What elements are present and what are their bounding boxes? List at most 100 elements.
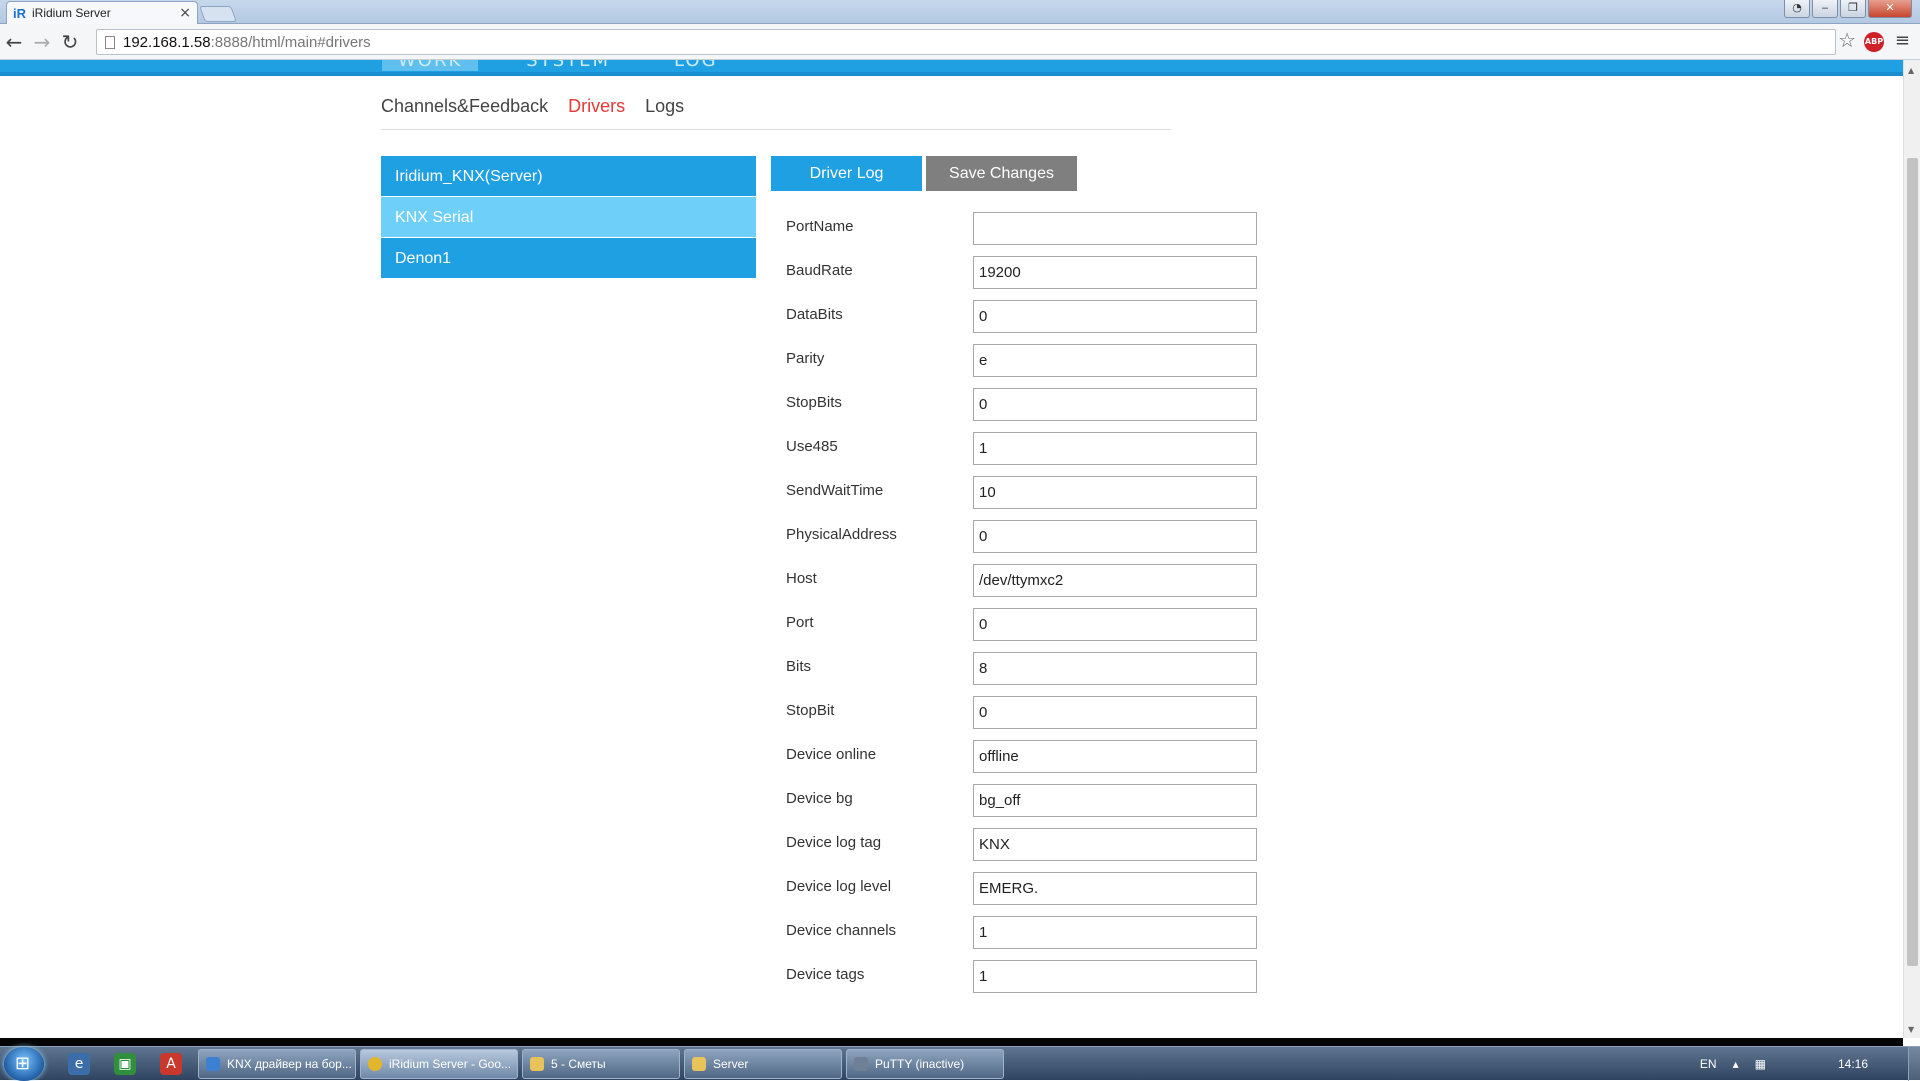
url-path: :8888/html/main#drivers xyxy=(210,33,371,51)
device-bg-input[interactable] xyxy=(973,784,1257,817)
field-label: PortName xyxy=(786,218,854,235)
quicklaunch-app-icon[interactable]: ▣ xyxy=(114,1053,136,1075)
folder-icon xyxy=(692,1057,706,1071)
portname-input[interactable] xyxy=(973,212,1257,245)
iridium-favicon-icon: iR xyxy=(13,5,26,21)
stopbits-input[interactable] xyxy=(973,388,1257,421)
quicklaunch-acrobat-icon[interactable]: A xyxy=(160,1053,182,1075)
task-label: iRidium Server - Goo... xyxy=(389,1057,512,1071)
nav-system[interactable]: SYSTEM xyxy=(510,60,626,71)
address-bar[interactable]: 192.168.1.58:8888/html/main#drivers xyxy=(96,29,1836,55)
field-row: StopBits xyxy=(786,388,1257,432)
host-input[interactable] xyxy=(973,564,1257,597)
task-label: 5 - Сметы xyxy=(551,1057,606,1071)
quicklaunch-ie-icon[interactable]: e xyxy=(68,1053,90,1075)
field-row: PhysicalAddress xyxy=(786,520,1257,564)
field-label: BaudRate xyxy=(786,262,853,279)
network-icon[interactable]: ▦ xyxy=(1755,1057,1766,1071)
language-indicator[interactable]: EN xyxy=(1700,1057,1717,1071)
field-row: Use485 xyxy=(786,432,1257,476)
start-button[interactable]: ⊞ xyxy=(4,1047,44,1081)
subnav-channels-feedback[interactable]: Channels&Feedback xyxy=(381,96,548,129)
bits-input[interactable] xyxy=(973,652,1257,685)
adblock-icon[interactable]: ABP xyxy=(1864,32,1884,52)
driver-item-denon1[interactable]: Denon1 xyxy=(381,238,756,279)
windows-logo-icon: ⊞ xyxy=(15,1053,31,1074)
minimize-button[interactable]: ‒ xyxy=(1812,0,1838,18)
browser-toolbar: ← → ↻ 192.168.1.58:8888/html/main#driver… xyxy=(0,24,1920,60)
browser-tab[interactable]: iR iRidium Server × xyxy=(6,1,198,24)
port-input[interactable] xyxy=(973,608,1257,641)
subnav-drivers[interactable]: Drivers xyxy=(568,96,625,129)
scroll-up-icon[interactable]: ▲ xyxy=(1908,66,1914,75)
putty-icon xyxy=(854,1057,868,1071)
system-tray: EN ▴ ▦ 14:16 xyxy=(1700,1047,1908,1081)
tray-expand-icon[interactable]: ▴ xyxy=(1733,1057,1739,1071)
driver-item-knx-serial[interactable]: KNX Serial xyxy=(381,197,756,238)
field-label: StopBit xyxy=(786,702,835,719)
tab-close-icon[interactable]: × xyxy=(179,5,191,21)
url-host: 192.168.1.58 xyxy=(123,33,211,51)
field-label: Parity xyxy=(786,350,825,367)
field-row: Device channels xyxy=(786,916,1257,960)
driver-log-button[interactable]: Driver Log xyxy=(771,156,922,191)
close-window-button[interactable]: ✕ xyxy=(1868,0,1912,18)
field-label: Device channels xyxy=(786,922,897,939)
field-row: Device bg xyxy=(786,784,1257,828)
subnav-logs[interactable]: Logs xyxy=(645,96,684,129)
field-label: SendWaitTime xyxy=(786,482,884,499)
save-changes-button[interactable]: Save Changes xyxy=(926,156,1077,191)
windows-taskbar: ⊞ e ▣ A KNX драйвер на бор... iRidium Se… xyxy=(0,1046,1920,1081)
stopbit-input[interactable] xyxy=(973,696,1257,729)
use485-input[interactable] xyxy=(973,432,1257,465)
taskbar-item-smety-folder[interactable]: 5 - Сметы xyxy=(522,1049,680,1079)
field-row: BaudRate xyxy=(786,256,1257,300)
show-desktop-button[interactable] xyxy=(1908,1047,1920,1081)
device-tags-input[interactable] xyxy=(973,960,1257,993)
baudrate-input[interactable] xyxy=(973,256,1257,289)
nav-work[interactable]: WORK xyxy=(382,60,479,71)
bookmark-star-icon[interactable]: ☆ xyxy=(1838,28,1856,52)
databits-input[interactable] xyxy=(973,300,1257,333)
nav-log[interactable]: LOG xyxy=(658,60,734,71)
user-icon[interactable]: ◔ xyxy=(1784,0,1810,18)
field-label: Device online xyxy=(786,746,877,763)
scroll-down-icon[interactable]: ▼ xyxy=(1908,1025,1914,1034)
page-scrollbar[interactable]: ▲ ▼ xyxy=(1903,60,1920,1038)
field-label: Device log tag xyxy=(786,834,882,851)
browser-menu-icon[interactable]: ≡ xyxy=(1895,30,1910,51)
page-icon xyxy=(105,35,115,49)
field-row: DataBits xyxy=(786,300,1257,344)
task-label: KNX драйвер на бор... xyxy=(227,1057,352,1071)
new-tab-button[interactable] xyxy=(199,6,237,22)
field-row: Device online xyxy=(786,740,1257,784)
field-label: Device tags xyxy=(786,966,865,983)
clock[interactable]: 14:16 xyxy=(1838,1057,1868,1071)
restore-button[interactable]: ❐ xyxy=(1840,0,1866,18)
field-row: Host xyxy=(786,564,1257,608)
taskbar-item-putty[interactable]: PuTTY (inactive) xyxy=(846,1049,1004,1079)
field-label: Host xyxy=(786,570,817,587)
field-row: Device log level xyxy=(786,872,1257,916)
scrollbar-thumb[interactable] xyxy=(1907,158,1918,966)
device-log-level-input[interactable] xyxy=(973,872,1257,905)
taskbar-item-iridium-chrome[interactable]: iRidium Server - Goo... xyxy=(360,1049,518,1079)
forward-arrow-icon[interactable]: → xyxy=(28,30,56,54)
field-row: Device log tag xyxy=(786,828,1257,872)
parity-input[interactable] xyxy=(973,344,1257,377)
driver-list: Iridium_KNX(Server) KNX Serial Denon1 xyxy=(381,156,756,279)
field-label: StopBits xyxy=(786,394,842,411)
back-arrow-icon[interactable]: ← xyxy=(0,30,28,54)
reload-icon[interactable]: ↻ xyxy=(56,30,84,54)
device-log-tag-input[interactable] xyxy=(973,828,1257,861)
taskbar-item-knx-driver[interactable]: KNX драйвер на бор... xyxy=(198,1049,356,1079)
top-nav-bar: WORK SYSTEM LOG xyxy=(0,60,1903,76)
taskbar-item-server-folder[interactable]: Server xyxy=(684,1049,842,1079)
device-online-input[interactable] xyxy=(973,740,1257,773)
physicaladdress-input[interactable] xyxy=(973,520,1257,553)
browser-tabstrip: iR iRidium Server × ◔ ‒ ❐ ✕ xyxy=(0,0,1920,24)
driver-item-iridium-knx-server[interactable]: Iridium_KNX(Server) xyxy=(381,156,756,197)
device-channels-input[interactable] xyxy=(973,916,1257,949)
field-row: Port xyxy=(786,608,1257,652)
sendwaittime-input[interactable] xyxy=(973,476,1257,509)
